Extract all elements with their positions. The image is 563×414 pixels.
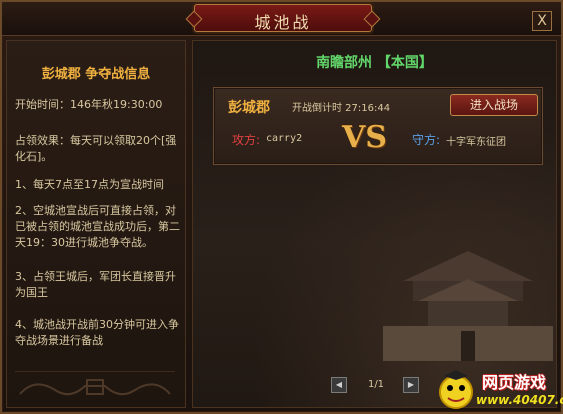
page-indicator: 1/1 <box>367 379 385 390</box>
rule-item: 4、城池战开战前30分钟可进入争夺战场景进行备战 <box>15 318 179 347</box>
start-time: 开始时间：146年秋19:30:00 <box>15 98 163 111</box>
rule-item: 1、每天7点至17点为宣战时间 <box>15 178 164 191</box>
siege-info-title: 彭城郡 争夺战信息 <box>41 67 151 82</box>
window-title: 城池战 <box>254 13 312 32</box>
next-arrow-icon[interactable]: ▶ <box>403 377 419 393</box>
region-title: 南瞻部州 【本国】 <box>316 55 433 71</box>
occupation-effect: 占领效果：每天可以领取20个[强化石]。 <box>15 134 177 163</box>
rule-item: 2、空城池宣战后可直接占领，对已被占领的城池宣战成功后，第二天19：30进行城池… <box>15 204 180 249</box>
defender-name: 十字军东征团 <box>446 137 506 148</box>
battle-countdown: 开战倒计时 27:16:44 <box>292 103 391 114</box>
battle-card: 彭城郡 开战倒计时 27:16:44 进入战场 攻方: carry2 VS 守方… <box>213 87 543 165</box>
title-bar: 城池战 X <box>2 2 561 36</box>
defender-label: 守方: <box>412 133 441 147</box>
castle-background-image <box>383 211 553 361</box>
pagination: ◀ 1/1 ▶ <box>331 377 421 395</box>
enter-battlefield-button[interactable]: 进入战场 <box>450 94 538 116</box>
site-watermark-logo: 网页游戏 www.40407.com <box>432 366 563 414</box>
watermark-url: www.40407.com <box>476 393 563 407</box>
siege-info-panel: 彭城郡 争夺战信息 开始时间：146年秋19:30:00 占领效果：每天可以领取… <box>6 40 186 408</box>
attacker-name: carry2 <box>266 133 303 144</box>
battle-city-name: 彭城郡 <box>228 100 270 116</box>
prev-arrow-icon[interactable]: ◀ <box>331 377 347 393</box>
title-plate: 城池战 <box>194 4 372 32</box>
decorative-ornament <box>15 371 175 401</box>
close-button[interactable]: X <box>532 11 552 31</box>
attacker-label: 攻方: <box>232 133 261 147</box>
mascot-icon <box>439 370 473 409</box>
city-siege-window: 城池战 X 彭城郡 争夺战信息 开始时间：146年秋19:30:00 占领效果：… <box>0 0 563 414</box>
watermark-text: 网页游戏 <box>482 373 547 392</box>
rule-item: 3、占领王城后，军团长直接晋升为国王 <box>15 270 176 299</box>
siege-battle-panel: 南瞻部州 【本国】 彭城郡 开战倒计时 27:16:44 进入战场 攻方: ca… <box>192 40 557 408</box>
versus-emblem: VS <box>342 120 387 155</box>
